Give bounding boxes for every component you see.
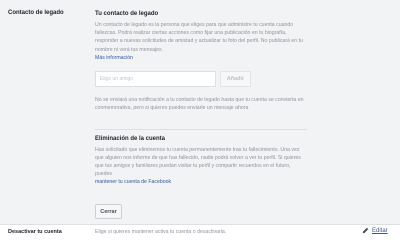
choose-friend-input[interactable]	[95, 71, 216, 87]
legacy-contact-title: Tu contacto de legado	[95, 11, 159, 17]
account-deletion-title: Eliminación de la cuenta	[95, 136, 166, 142]
settings-panel: Contacto de legado Tu contacto de legado…	[0, 0, 400, 245]
choose-friend-row: Añadir	[95, 71, 251, 87]
close-button[interactable]: Cerrar	[95, 204, 122, 219]
legacy-contact-description: Un contacto de legado es la persona que …	[95, 22, 303, 53]
legacy-notice-text: No se enviará una notificación a tu cont…	[95, 97, 304, 112]
account-deletion-description: Has solicitado que eliminemos tu cuenta …	[95, 146, 307, 186]
keep-account-link[interactable]: mantener tu cuenta de Facebook	[95, 178, 307, 186]
deactivate-row-label: Desactivar tu cuenta	[8, 229, 62, 235]
section-divider	[95, 129, 307, 130]
account-deletion-section: Eliminación de la cuenta Has solicitado …	[95, 135, 307, 186]
account-deletion-text: Has solicitado que eliminemos tu cuenta …	[95, 147, 301, 177]
legacy-contact-row-label: Contacto de legado	[8, 10, 64, 16]
row-divider	[0, 224, 400, 225]
more-info-link[interactable]: Más información	[95, 54, 307, 62]
legacy-contact-content: Tu contacto de legado Un contacto de leg…	[95, 10, 307, 62]
add-button[interactable]: Añadir	[220, 71, 251, 87]
pencil-icon	[362, 227, 369, 234]
edit-label: Editar	[372, 227, 388, 234]
edit-link[interactable]: Editar	[362, 227, 388, 234]
deactivate-description: Elige si quieres mantener activa tu cuen…	[95, 229, 227, 235]
